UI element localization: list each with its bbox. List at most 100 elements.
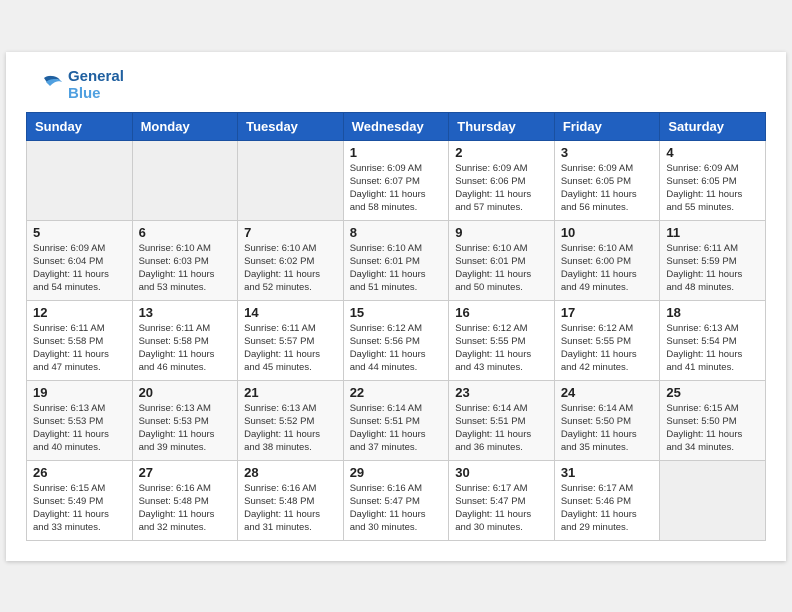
calendar-cell: 22Sunrise: 6:14 AM Sunset: 5:51 PM Dayli… [343, 380, 449, 460]
day-number: 2 [455, 145, 548, 160]
calendar-cell: 9 Sunrise: 6:10 AM Sunset: 6:01 PM Daylig… [449, 220, 555, 300]
weekday-sunday: Sunday [27, 112, 133, 140]
day-info: Sunrise: 6:12 AM Sunset: 5:56 PM Dayligh… [350, 322, 443, 375]
calendar-cell: 20Sunrise: 6:13 AM Sunset: 5:53 PM Dayli… [132, 380, 238, 460]
day-number: 8 [350, 225, 443, 240]
day-info: Sunrise: 6:11 AM Sunset: 5:57 PM Dayligh… [244, 322, 337, 375]
day-number: 19 [33, 385, 126, 400]
day-number: 26 [33, 465, 126, 480]
calendar-table: SundayMondayTuesdayWednesdayThursdayFrid… [26, 112, 766, 541]
day-info: Sunrise: 6:10 AM Sunset: 6:01 PM Dayligh… [350, 242, 443, 295]
calendar-cell: 30 Sunrise: 6:17 AM Sunset: 5:47 PM Dayli… [449, 460, 555, 540]
day-number: 24 [561, 385, 654, 400]
header: General Blue [26, 68, 766, 104]
day-number: 13 [139, 305, 232, 320]
calendar-cell: 16Sunrise: 6:12 AM Sunset: 5:55 PM Dayli… [449, 300, 555, 380]
day-number: 1 [350, 145, 443, 160]
day-number: 6 [139, 225, 232, 240]
day-info: Sunrise: 6:09 AM Sunset: 6:07 PM Dayligh… [350, 162, 443, 215]
calendar-cell: 13 Sunrise: 6:11 AM Sunset: 5:58 PM Dayli… [132, 300, 238, 380]
day-number: 9 [455, 225, 548, 240]
day-info: Sunrise: 6:10 AM Sunset: 6:02 PM Dayligh… [244, 242, 337, 295]
day-number: 11 [666, 225, 759, 240]
day-info: Sunrise: 6:17 AM Sunset: 5:46 PM Dayligh… [561, 482, 654, 535]
week-row-2: 5 Sunrise: 6:09 AM Sunset: 6:04 PM Daylig… [27, 220, 766, 300]
logo: General Blue [26, 68, 124, 104]
day-number: 25 [666, 385, 759, 400]
day-info: Sunrise: 6:11 AM Sunset: 5:59 PM Dayligh… [666, 242, 759, 295]
calendar-cell: 1 Sunrise: 6:09 AM Sunset: 6:07 PM Daylig… [343, 140, 449, 220]
weekday-friday: Friday [554, 112, 660, 140]
day-info: Sunrise: 6:16 AM Sunset: 5:47 PM Dayligh… [350, 482, 443, 535]
day-info: Sunrise: 6:11 AM Sunset: 5:58 PM Dayligh… [33, 322, 126, 375]
day-info: Sunrise: 6:13 AM Sunset: 5:54 PM Dayligh… [666, 322, 759, 375]
day-number: 29 [350, 465, 443, 480]
week-row-4: 19 Sunrise: 6:13 AM Sunset: 5:53 PM Dayli… [27, 380, 766, 460]
calendar-cell: 8 Sunrise: 6:10 AM Sunset: 6:01 PM Daylig… [343, 220, 449, 300]
day-info: Sunrise: 6:13 AM Sunset: 5:53 PM Dayligh… [33, 402, 126, 455]
calendar-cell: 4 Sunrise: 6:09 AM Sunset: 6:05 PM Daylig… [660, 140, 766, 220]
day-number: 28 [244, 465, 337, 480]
day-info: Sunrise: 6:16 AM Sunset: 5:48 PM Dayligh… [244, 482, 337, 535]
calendar-cell: 23Sunrise: 6:14 AM Sunset: 5:51 PM Dayli… [449, 380, 555, 460]
logo-blue: Blue [68, 86, 124, 103]
day-number: 14 [244, 305, 337, 320]
calendar-cell: 17 Sunrise: 6:12 AM Sunset: 5:55 PM Dayli… [554, 300, 660, 380]
day-number: 3 [561, 145, 654, 160]
day-info: Sunrise: 6:12 AM Sunset: 5:55 PM Dayligh… [561, 322, 654, 375]
calendar-cell: 18Sunrise: 6:13 AM Sunset: 5:54 PM Dayli… [660, 300, 766, 380]
calendar-cell: 26 Sunrise: 6:15 AM Sunset: 5:49 PM Dayli… [27, 460, 133, 540]
day-number: 31 [561, 465, 654, 480]
day-info: Sunrise: 6:16 AM Sunset: 5:48 PM Dayligh… [139, 482, 232, 535]
day-info: Sunrise: 6:14 AM Sunset: 5:51 PM Dayligh… [455, 402, 548, 455]
day-number: 21 [244, 385, 337, 400]
week-row-3: 12 Sunrise: 6:11 AM Sunset: 5:58 PM Dayli… [27, 300, 766, 380]
day-info: Sunrise: 6:15 AM Sunset: 5:49 PM Dayligh… [33, 482, 126, 535]
day-number: 4 [666, 145, 759, 160]
calendar-cell: 29 Sunrise: 6:16 AM Sunset: 5:47 PM Dayli… [343, 460, 449, 540]
calendar-cell: 10Sunrise: 6:10 AM Sunset: 6:00 PM Dayli… [554, 220, 660, 300]
day-info: Sunrise: 6:14 AM Sunset: 5:50 PM Dayligh… [561, 402, 654, 455]
calendar-cell: 11 Sunrise: 6:11 AM Sunset: 5:59 PM Dayli… [660, 220, 766, 300]
week-row-5: 26 Sunrise: 6:15 AM Sunset: 5:49 PM Dayli… [27, 460, 766, 540]
logo-bird-icon [26, 68, 62, 104]
logo-general: General [68, 69, 124, 86]
calendar-cell [238, 140, 344, 220]
day-info: Sunrise: 6:14 AM Sunset: 5:51 PM Dayligh… [350, 402, 443, 455]
day-number: 7 [244, 225, 337, 240]
day-info: Sunrise: 6:10 AM Sunset: 6:01 PM Dayligh… [455, 242, 548, 295]
calendar-cell: 24 Sunrise: 6:14 AM Sunset: 5:50 PM Dayli… [554, 380, 660, 460]
day-info: Sunrise: 6:10 AM Sunset: 6:00 PM Dayligh… [561, 242, 654, 295]
day-number: 27 [139, 465, 232, 480]
calendar-cell: 12 Sunrise: 6:11 AM Sunset: 5:58 PM Dayli… [27, 300, 133, 380]
day-info: Sunrise: 6:17 AM Sunset: 5:47 PM Dayligh… [455, 482, 548, 535]
day-info: Sunrise: 6:09 AM Sunset: 6:04 PM Dayligh… [33, 242, 126, 295]
calendar-cell: 7 Sunrise: 6:10 AM Sunset: 6:02 PM Daylig… [238, 220, 344, 300]
day-info: Sunrise: 6:11 AM Sunset: 5:58 PM Dayligh… [139, 322, 232, 375]
day-number: 12 [33, 305, 126, 320]
weekday-tuesday: Tuesday [238, 112, 344, 140]
calendar-cell: 31 Sunrise: 6:17 AM Sunset: 5:46 PM Dayli… [554, 460, 660, 540]
calendar-cell: 6 Sunrise: 6:10 AM Sunset: 6:03 PM Daylig… [132, 220, 238, 300]
weekday-header-row: SundayMondayTuesdayWednesdayThursdayFrid… [27, 112, 766, 140]
day-info: Sunrise: 6:10 AM Sunset: 6:03 PM Dayligh… [139, 242, 232, 295]
calendar-cell: 28 Sunrise: 6:16 AM Sunset: 5:48 PM Dayli… [238, 460, 344, 540]
day-number: 20 [139, 385, 232, 400]
day-info: Sunrise: 6:09 AM Sunset: 6:05 PM Dayligh… [561, 162, 654, 215]
day-number: 5 [33, 225, 126, 240]
calendar-cell [660, 460, 766, 540]
day-info: Sunrise: 6:15 AM Sunset: 5:50 PM Dayligh… [666, 402, 759, 455]
calendar-cell [27, 140, 133, 220]
day-number: 15 [350, 305, 443, 320]
day-number: 30 [455, 465, 548, 480]
calendar-cell: 21 Sunrise: 6:13 AM Sunset: 5:52 PM Dayli… [238, 380, 344, 460]
calendar-cell: 5 Sunrise: 6:09 AM Sunset: 6:04 PM Daylig… [27, 220, 133, 300]
day-number: 17 [561, 305, 654, 320]
calendar-cell: 15 Sunrise: 6:12 AM Sunset: 5:56 PM Dayli… [343, 300, 449, 380]
day-info: Sunrise: 6:13 AM Sunset: 5:52 PM Dayligh… [244, 402, 337, 455]
day-info: Sunrise: 6:12 AM Sunset: 5:55 PM Dayligh… [455, 322, 548, 375]
calendar-cell: 14 Sunrise: 6:11 AM Sunset: 5:57 PM Dayli… [238, 300, 344, 380]
weekday-monday: Monday [132, 112, 238, 140]
day-info: Sunrise: 6:09 AM Sunset: 6:05 PM Dayligh… [666, 162, 759, 215]
calendar-cell: 2Sunrise: 6:09 AM Sunset: 6:06 PM Daylig… [449, 140, 555, 220]
